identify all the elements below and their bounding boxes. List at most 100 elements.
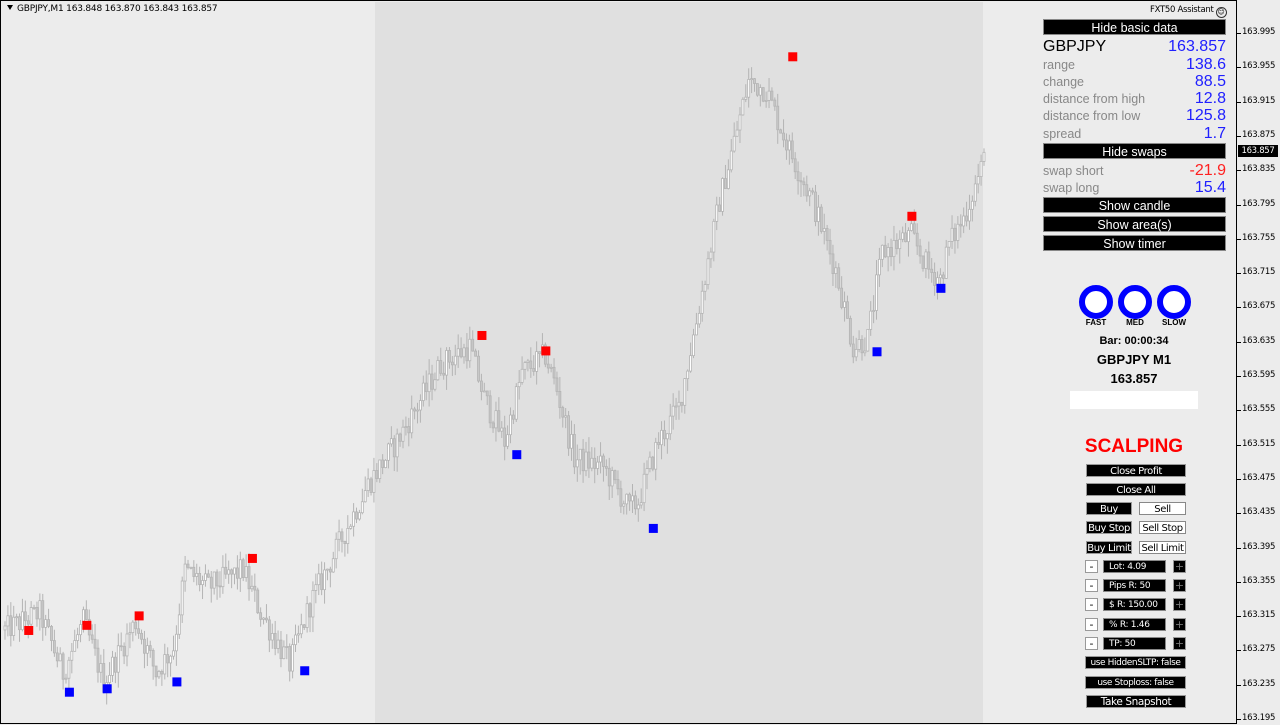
candle-body-bull: [294, 634, 297, 646]
candle: [811, 187, 815, 195]
tp-field[interactable]: TP: 50: [1103, 637, 1166, 650]
candle: [323, 562, 326, 604]
candle: [113, 652, 117, 684]
candle-body-bull: [892, 239, 896, 258]
lot-field[interactable]: Lot: 4.09: [1103, 560, 1166, 573]
dollar-risk-decrease-button[interactable]: -: [1085, 598, 1098, 611]
show-candle-button[interactable]: Show candle: [1043, 197, 1226, 213]
pips-risk-field[interactable]: Pips R: 50: [1103, 579, 1166, 592]
candle-body-bear: [567, 415, 570, 449]
take-snapshot-button[interactable]: Take Snapshot: [1086, 695, 1186, 708]
candle-body-bull: [233, 567, 236, 575]
candle: [195, 563, 199, 586]
dollar-risk-increase-button[interactable]: +: [1173, 598, 1186, 611]
candle-body-bear: [430, 373, 434, 390]
tp-increase-button[interactable]: +: [1173, 637, 1186, 650]
candle: [450, 356, 454, 376]
candle: [35, 601, 39, 627]
stat-row-change: change 88.5: [1043, 72, 1226, 90]
candle: [680, 401, 684, 413]
candle: [639, 488, 643, 509]
candle: [863, 337, 867, 357]
candle: [79, 620, 82, 643]
sell-limit-button[interactable]: Sell Limit: [1139, 541, 1186, 554]
candle-body-bear: [770, 90, 774, 101]
candle-body-bear: [602, 455, 605, 467]
candle-body-bear: [773, 99, 777, 107]
use-stoploss-toggle[interactable]: use Stoploss: false: [1085, 676, 1186, 689]
candle-body-bull: [323, 569, 326, 591]
candle: [857, 330, 861, 353]
hidden-sltp-toggle[interactable]: use HiddenSLTP: false: [1085, 656, 1186, 669]
pips-risk-decrease-button[interactable]: -: [1085, 579, 1098, 592]
candle-body-bear: [805, 184, 809, 197]
tp-decrease-button[interactable]: -: [1085, 637, 1098, 650]
percent-risk-field[interactable]: % R: 1.46: [1103, 618, 1166, 631]
candle-body-bull: [549, 366, 553, 369]
candle-body-bear: [308, 603, 312, 618]
candle-body-bear: [756, 83, 759, 96]
slow-label: SLOW: [1162, 318, 1186, 327]
candle-body-bull: [854, 348, 858, 358]
candle-body-bull: [433, 379, 437, 390]
candle-body-bull: [131, 621, 135, 634]
buy-button[interactable]: Buy: [1086, 502, 1132, 515]
candle-body-bear: [381, 459, 385, 468]
price-tick-label: 163.755: [1242, 232, 1276, 243]
candle: [189, 566, 193, 570]
candle: [73, 629, 77, 652]
price-tick-label: 163.635: [1242, 335, 1276, 346]
candle: [360, 488, 364, 515]
sell-stop-button[interactable]: Sell Stop: [1139, 521, 1186, 534]
bar-timer: Bar: 00:00:34: [1099, 335, 1169, 347]
candle-body-bull: [349, 525, 353, 529]
pips-risk-increase-button[interactable]: +: [1173, 579, 1186, 592]
candle-body-bear: [904, 232, 907, 243]
candle: [593, 447, 597, 484]
buy-limit-button[interactable]: Buy Limit: [1086, 541, 1132, 554]
dollar-risk-field[interactable]: $ R: 150.00: [1103, 598, 1166, 611]
percent-risk-decrease-button[interactable]: -: [1085, 618, 1098, 631]
candle: [880, 244, 884, 268]
symbol-price-value: 163.857: [1168, 38, 1226, 55]
price-tick: [1237, 204, 1241, 206]
candle: [883, 235, 887, 259]
candle-body-bear: [90, 634, 94, 640]
candle-body-bear: [122, 645, 126, 657]
candle: [843, 291, 846, 322]
price-tick: [1237, 238, 1241, 240]
price-axis[interactable]: 163.995 163.955 163.915 163.875 163.835 163.7…: [1237, 0, 1280, 725]
candle-body-bear: [442, 372, 446, 376]
candle: [212, 571, 216, 595]
hide-basic-data-button[interactable]: Hide basic data: [1043, 19, 1226, 35]
candle-body-bear: [265, 617, 268, 621]
buy-signal-marker: [102, 684, 112, 694]
close-all-button[interactable]: Close All: [1086, 483, 1186, 496]
sell-button[interactable]: Sell: [1139, 502, 1186, 515]
collapse-triangle-icon[interactable]: [7, 5, 13, 10]
candle: [848, 315, 852, 347]
candle: [166, 647, 170, 678]
buy-stop-button[interactable]: Buy Stop: [1086, 521, 1132, 534]
lot-decrease-button[interactable]: -: [1085, 560, 1098, 573]
sell-signal-marker: [907, 211, 917, 221]
lot-increase-button[interactable]: +: [1173, 560, 1186, 573]
candle: [610, 466, 614, 498]
price-tick-label: 163.275: [1242, 644, 1276, 655]
candle-body-bull: [726, 169, 730, 189]
smiley-icon[interactable]: ☺: [1215, 7, 1227, 18]
close-profit-button[interactable]: Close Profit: [1086, 464, 1186, 477]
candle-body-bear: [761, 87, 765, 102]
candle: [846, 295, 849, 319]
hide-swaps-button[interactable]: Hide swaps: [1043, 143, 1226, 159]
candle: [901, 226, 905, 243]
candle-body-bull: [517, 382, 521, 388]
candle-body-bear: [785, 139, 788, 151]
candle-body-bear: [503, 427, 507, 447]
percent-risk-increase-button[interactable]: +: [1173, 618, 1186, 631]
show-timer-button[interactable]: Show timer: [1043, 235, 1226, 251]
candle: [808, 187, 812, 207]
show-areas-button[interactable]: Show area(s): [1043, 216, 1226, 232]
candle: [511, 410, 515, 425]
candle-body-bear: [375, 470, 379, 480]
